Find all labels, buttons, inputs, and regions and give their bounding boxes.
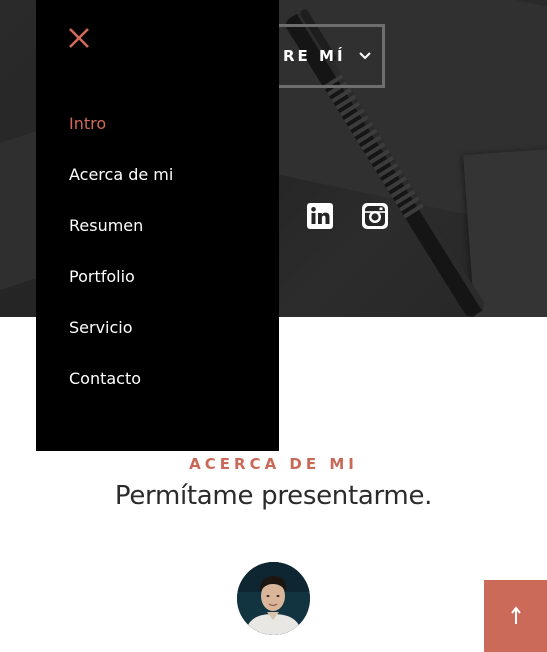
linkedin-icon[interactable]	[307, 203, 333, 229]
avatar-image	[237, 562, 310, 635]
chevron-down-icon	[358, 52, 371, 60]
menu-item-acerca-de-mi[interactable]: Acerca de mi	[69, 163, 173, 214]
arrow-up-icon	[510, 606, 521, 624]
section-headline: Permítame presentarme.	[114, 481, 433, 511]
page: RE MÍ Intro Acerca de mi Resumen Portfol…	[0, 0, 547, 652]
instagram-icon[interactable]	[362, 203, 388, 229]
side-menu: Intro Acerca de mi Resumen Portfolio Ser…	[36, 0, 279, 451]
menu-item-contacto[interactable]: Contacto	[69, 367, 173, 418]
back-to-top-button[interactable]	[484, 580, 547, 652]
menu-item-portfolio[interactable]: Portfolio	[69, 265, 173, 316]
section-kicker: ACERCA DE MI	[189, 455, 358, 473]
menu-item-intro[interactable]: Intro	[69, 112, 173, 163]
menu-item-resumen[interactable]: Resumen	[69, 214, 173, 265]
avatar	[237, 562, 310, 635]
menu-item-servicio[interactable]: Servicio	[69, 316, 173, 367]
about-me-button-label: RE MÍ	[283, 47, 346, 65]
menu-list: Intro Acerca de mi Resumen Portfolio Ser…	[69, 112, 173, 418]
close-icon[interactable]	[68, 27, 90, 49]
